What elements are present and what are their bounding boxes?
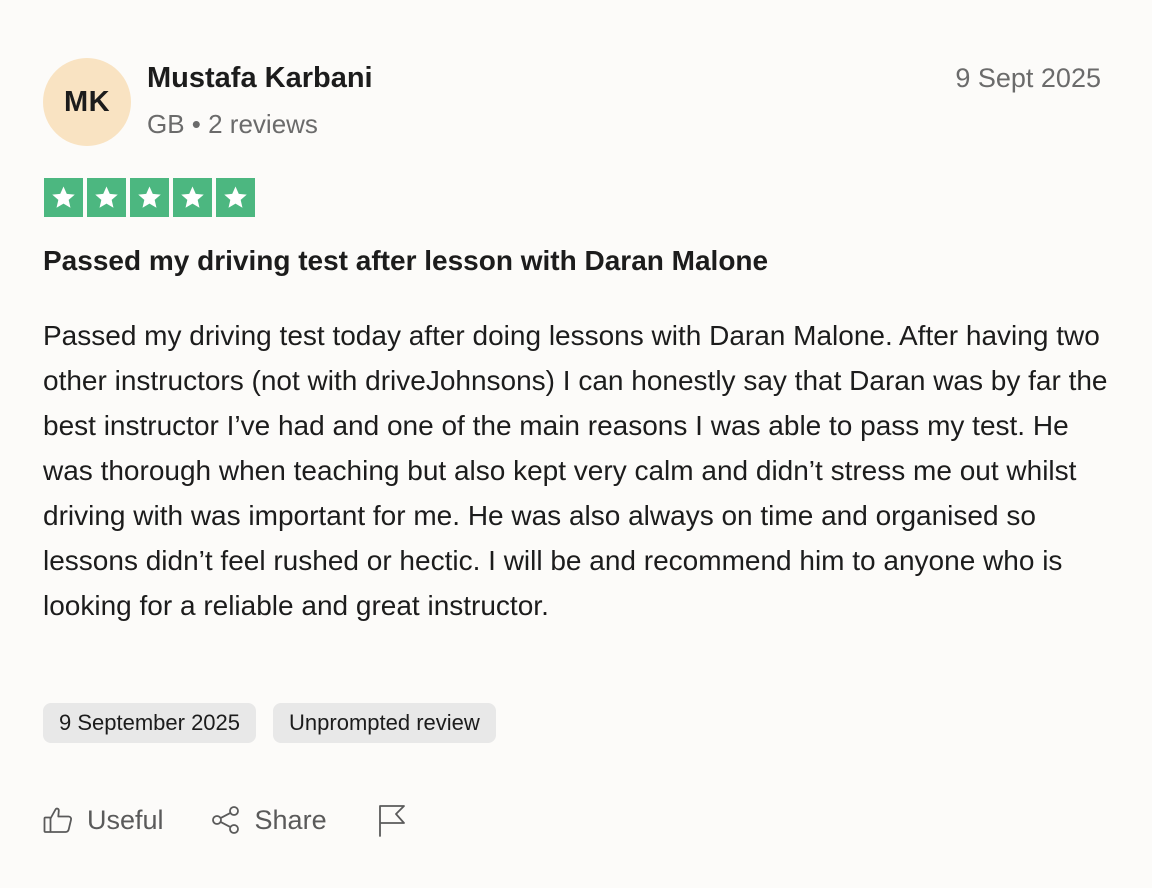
share-label: Share	[254, 804, 327, 835]
reviewer-meta: GB • 2 reviews	[147, 109, 318, 139]
review-title[interactable]: Passed my driving test after lesson with…	[43, 243, 768, 279]
review-actions: Useful Share	[43, 803, 421, 837]
star-icon	[173, 178, 212, 217]
date-of-experience-tag: 9 September 2025	[43, 703, 257, 743]
star-rating	[44, 178, 255, 217]
review-tags: 9 September 2025 Unprompted review	[43, 703, 496, 743]
review-body: Passed my driving test today after doing…	[43, 320, 1108, 621]
reviewer-name[interactable]: Mustafa Karbani	[147, 60, 373, 96]
flag-icon	[377, 803, 407, 837]
useful-button[interactable]: Useful	[43, 805, 164, 836]
unprompted-review-tag[interactable]: Unprompted review	[273, 703, 496, 743]
star-icon	[130, 178, 169, 217]
share-icon	[211, 805, 241, 835]
report-button[interactable]	[377, 803, 421, 837]
avatar-initials: MK	[63, 85, 111, 118]
avatar[interactable]: MK	[43, 58, 131, 146]
thumbs-up-icon	[43, 806, 73, 834]
star-icon	[44, 178, 83, 217]
star-icon	[216, 178, 255, 217]
useful-label: Useful	[87, 804, 164, 835]
star-icon	[87, 178, 126, 217]
share-button[interactable]: Share	[211, 805, 327, 836]
review-card: MK Mustafa Karbani GB • 2 reviews 9 Sept…	[0, 0, 1152, 888]
review-date: 9 Sept 2025	[955, 63, 1101, 93]
